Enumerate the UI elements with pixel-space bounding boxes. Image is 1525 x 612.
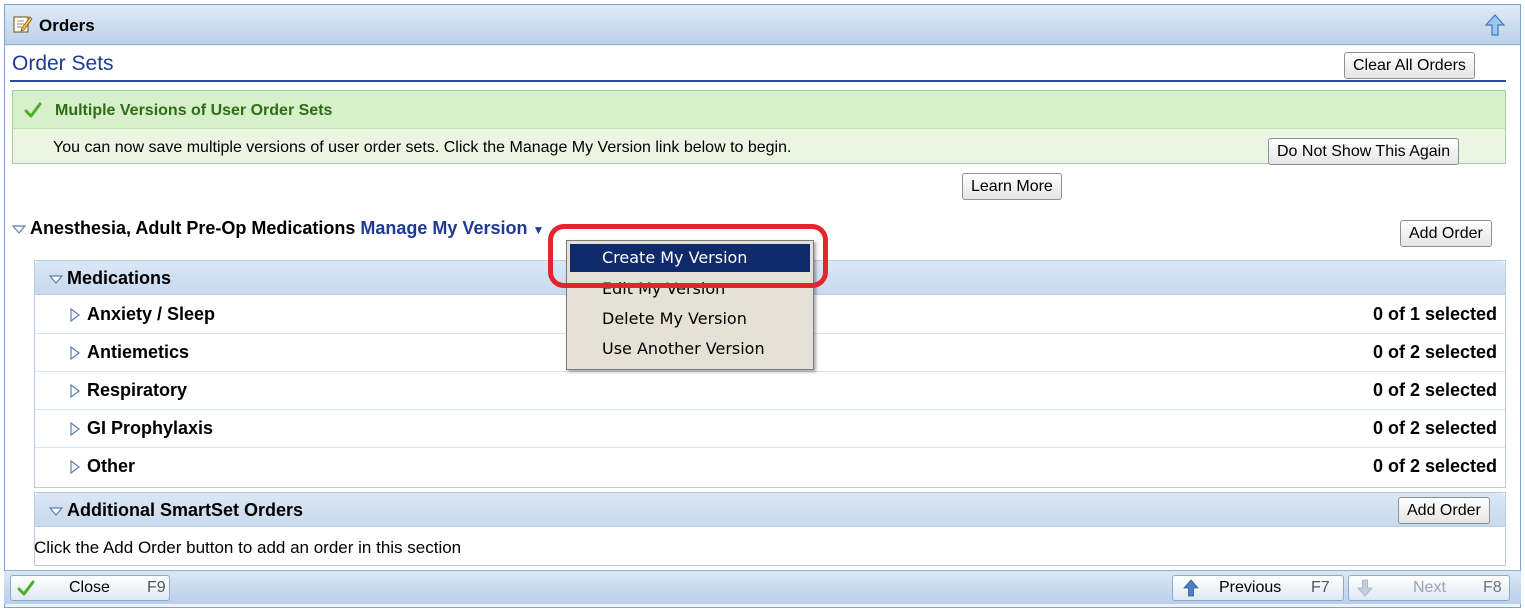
row-label: Other — [69, 456, 135, 477]
expand-triangle-icon[interactable] — [69, 422, 81, 437]
menu-item-create-my-version[interactable]: Create My Version — [570, 244, 810, 272]
additional-orders-title: Additional SmartSet Orders — [49, 500, 303, 521]
expand-triangle-icon[interactable] — [69, 384, 81, 399]
row-label: GI Prophylaxis — [69, 418, 213, 439]
checkmark-icon — [17, 580, 35, 596]
add-order-button[interactable]: Add Order — [1400, 220, 1492, 247]
clear-all-orders-button[interactable]: Clear All Orders — [1344, 52, 1475, 79]
edit-note-icon — [13, 16, 33, 33]
medication-row[interactable]: Respiratory 0 of 2 selected — [35, 372, 1505, 410]
expand-triangle-icon[interactable] — [69, 308, 81, 323]
window-title: Orders — [39, 16, 95, 35]
menu-item-delete-my-version[interactable]: Delete My Version — [570, 305, 810, 333]
learn-more-button[interactable]: Learn More — [962, 173, 1062, 200]
arrow-down-icon — [1357, 579, 1373, 597]
gi-prophylaxis-label: GI Prophylaxis — [87, 418, 214, 438]
additional-orders-label: Additional SmartSet Orders — [67, 500, 304, 520]
manage-version-menu: Create My Version Edit My Version Delete… — [566, 240, 814, 370]
menu-item-use-another-version[interactable]: Use Another Version — [570, 335, 810, 363]
collapse-triangle-icon[interactable] — [49, 504, 63, 518]
previous-shortcut: F7 — [1311, 579, 1330, 596]
previous-button[interactable]: Previous F7 — [1172, 575, 1344, 601]
medication-row[interactable]: Other 0 of 2 selected — [35, 448, 1505, 486]
row-label: Respiratory — [69, 380, 187, 401]
expand-triangle-icon[interactable] — [69, 460, 81, 475]
next-button[interactable]: Next F8 — [1348, 575, 1510, 601]
notice-message: You can now save multiple versions of us… — [53, 139, 792, 156]
expand-triangle-icon[interactable] — [69, 346, 81, 361]
collapse-triangle-icon[interactable] — [12, 222, 26, 236]
notice-title: Multiple Versions of User Order Sets — [55, 102, 333, 119]
medication-row[interactable]: GI Prophylaxis 0 of 2 selected — [35, 410, 1505, 448]
antiemetics-label: Antiemetics — [87, 342, 190, 362]
order-sets-heading: Order Sets — [12, 52, 114, 75]
empty-section-message: Click the Add Order button to add an ord… — [34, 538, 462, 557]
manage-my-version-link[interactable]: Manage My Version — [360, 218, 527, 238]
selection-count: 0 of 1 selected — [1372, 304, 1497, 324]
checkmark-icon — [24, 102, 42, 118]
anxiety-sleep-label: Anxiety / Sleep — [87, 304, 216, 324]
respiratory-label: Respiratory — [87, 380, 188, 400]
selection-count: 0 of 2 selected — [1372, 456, 1497, 476]
do-not-show-again-button[interactable]: Do Not Show This Again — [1268, 138, 1460, 165]
title-bar: Orders — [5, 5, 1520, 45]
selection-count: 0 of 2 selected — [1372, 418, 1497, 438]
close-button[interactable]: Close F9 — [10, 575, 170, 601]
order-set-name: Anesthesia, Adult Pre-Op Medications — [30, 218, 356, 238]
previous-label: Previous — [1219, 579, 1282, 596]
medications-title: Medications — [49, 268, 171, 289]
order-set-header[interactable]: Anesthesia, Adult Pre-Op Medications Man… — [12, 218, 544, 239]
other-label: Other — [87, 456, 136, 476]
additional-add-order-button[interactable]: Add Order — [1398, 497, 1490, 524]
close-label: Close — [69, 579, 110, 596]
next-label: Next — [1413, 579, 1446, 596]
selection-count: 0 of 2 selected — [1372, 380, 1497, 400]
collapse-triangle-icon[interactable] — [49, 272, 63, 286]
close-shortcut: F9 — [147, 579, 166, 596]
notice-header: Multiple Versions of User Order Sets — [13, 91, 1505, 129]
additional-orders-header[interactable]: Additional SmartSet Orders — [35, 493, 1505, 527]
heading-divider — [10, 80, 1506, 82]
medications-label: Medications — [67, 268, 172, 288]
footer-bar: Close F9 Previous F7 Next F8 — [4, 570, 1521, 604]
next-shortcut: F8 — [1483, 579, 1502, 596]
menu-item-edit-my-version[interactable]: Edit My Version — [570, 275, 810, 303]
chevron-down-icon[interactable]: ▼ — [532, 223, 544, 237]
arrow-up-icon — [1183, 579, 1199, 597]
collapse-up-icon[interactable] — [1484, 13, 1506, 37]
row-label: Antiemetics — [69, 342, 189, 363]
selection-count: 0 of 2 selected — [1372, 342, 1497, 362]
row-label: Anxiety / Sleep — [69, 304, 215, 325]
